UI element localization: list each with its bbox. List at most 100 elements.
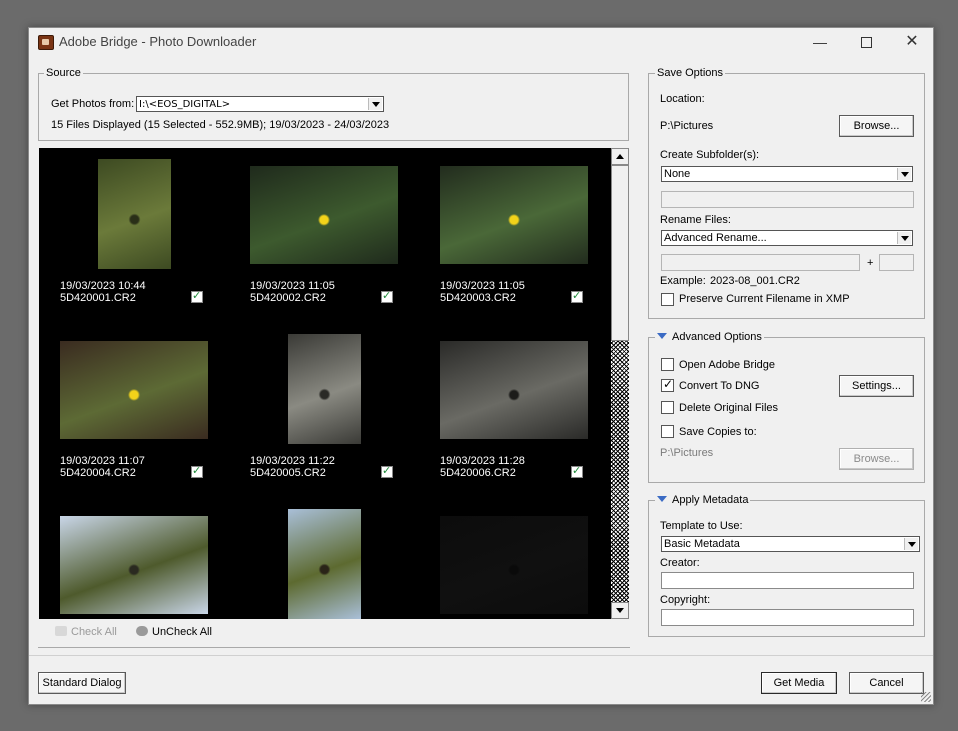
- scroll-down-button[interactable]: [611, 602, 629, 619]
- thumbnail-cell[interactable]: [419, 498, 609, 619]
- rename-select[interactable]: Advanced Rename...: [661, 230, 913, 246]
- thumbnail-checkbox[interactable]: [571, 289, 583, 303]
- rename-value: Advanced Rename...: [664, 232, 767, 244]
- resize-grip-icon[interactable]: [921, 692, 931, 702]
- advanced-options-title: Advanced Options: [672, 331, 762, 343]
- thumbnail-photo[interactable]: [440, 166, 588, 264]
- standard-dialog-button[interactable]: Standard Dialog: [38, 672, 126, 694]
- thumbnail-date: 19/03/2023 11:05: [250, 280, 335, 292]
- example-label: Example:: [660, 275, 706, 287]
- scroll-up-button[interactable]: [611, 148, 629, 165]
- delete-originals-label: Delete Original Files: [679, 402, 779, 414]
- close-button[interactable]: ✕: [897, 32, 927, 52]
- save-copies-checkbox[interactable]: [661, 425, 674, 438]
- preserve-filename-checkbox[interactable]: [661, 293, 674, 306]
- thumbnail-photo[interactable]: [440, 341, 588, 439]
- subfolder-name-field[interactable]: [661, 191, 914, 208]
- source-device-value: I:\<EOS_DIGITAL>: [139, 99, 231, 110]
- maximize-button[interactable]: [851, 32, 881, 52]
- subfolder-value: None: [664, 168, 691, 180]
- apply-metadata-group: Apply Metadata Template to Use: Basic Me…: [648, 494, 925, 637]
- source-group: Source Get Photos from: I:\<EOS_DIGITAL>…: [38, 67, 629, 141]
- location-browse-button[interactable]: Browse...: [839, 115, 914, 137]
- photo-downloader-window: Adobe Bridge - Photo Downloader — ✕ Sour…: [28, 27, 934, 705]
- preserve-filename-label: Preserve Current Filename in XMP: [679, 293, 850, 305]
- thumbnail-cell[interactable]: 19/03/2023 10:44 5D420001.CR2: [39, 148, 229, 323]
- uncheck-all-icon: [136, 626, 148, 636]
- adobe-bridge-app-icon: [38, 35, 54, 50]
- thumbnail-photo[interactable]: [250, 166, 398, 264]
- files-summary: 15 Files Displayed (15 Selected - 552.9M…: [51, 119, 390, 131]
- thumbnail-filename: 5D420004.CR2: [60, 467, 136, 479]
- thumbnail-photo[interactable]: [97, 159, 171, 269]
- metadata-template-select[interactable]: Basic Metadata: [661, 536, 920, 552]
- convert-dng-checkbox[interactable]: [661, 377, 674, 392]
- thumbnail-scrollbar[interactable]: [611, 148, 629, 619]
- footer-divider: [29, 655, 933, 656]
- source-legend: Source: [44, 67, 83, 79]
- thumbnail-photo[interactable]: [287, 509, 361, 619]
- advanced-options-legend[interactable]: Advanced Options: [655, 331, 764, 343]
- check-all-button[interactable]: Check All: [55, 626, 117, 638]
- save-options-group: Save Options Location: P:\Pictures Brows…: [648, 67, 925, 319]
- collapse-triangle-icon[interactable]: [657, 333, 667, 339]
- save-copies-label: Save Copies to:: [679, 426, 757, 438]
- thumbnail-filename: 5D420005.CR2: [250, 467, 326, 479]
- thumbnail-photo[interactable]: [440, 516, 588, 614]
- thumbnail-cell[interactable]: 19/03/2023 11:05 5D420002.CR2: [229, 148, 419, 323]
- grid-bottom-border: [38, 647, 630, 648]
- thumbnail-cell[interactable]: 19/03/2023 11:22 5D420005.CR2: [229, 323, 419, 498]
- chevron-down-icon[interactable]: [904, 538, 918, 550]
- thumbnail-checkbox[interactable]: [381, 289, 393, 303]
- chevron-down-icon[interactable]: [368, 98, 382, 110]
- delete-originals-checkbox[interactable]: [661, 401, 674, 414]
- chevron-down-icon[interactable]: [897, 232, 911, 244]
- location-value: P:\Pictures: [660, 120, 714, 132]
- thumbnail-cell[interactable]: 19/03/2023 11:07 5D420004.CR2: [39, 323, 229, 498]
- cancel-button[interactable]: Cancel: [849, 672, 924, 694]
- apply-metadata-legend[interactable]: Apply Metadata: [655, 494, 751, 506]
- copies-path-value: P:\Pictures: [660, 447, 714, 459]
- thumbnail-grid[interactable]: 19/03/2023 10:445D420001.CR219/03/2023 1…: [39, 148, 629, 619]
- minimize-button[interactable]: —: [805, 32, 835, 52]
- advanced-options-group: Advanced Options Open Adobe Bridge Conve…: [648, 331, 925, 483]
- rename-label: Rename Files:: [660, 214, 731, 226]
- open-bridge-checkbox[interactable]: [661, 358, 674, 371]
- subfolder-label: Create Subfolder(s):: [660, 149, 760, 161]
- get-media-button[interactable]: Get Media: [761, 672, 837, 694]
- uncheck-all-button[interactable]: UnCheck All: [136, 626, 212, 638]
- thumbnail-cell[interactable]: 19/03/2023 11:05 5D420003.CR2: [419, 148, 609, 323]
- thumbnail-checkbox[interactable]: [191, 289, 203, 303]
- maximize-icon: [860, 37, 872, 48]
- thumbnail-filename: 5D420003.CR2: [440, 292, 516, 304]
- thumbnail-checkbox[interactable]: [191, 464, 203, 478]
- rename-number-field[interactable]: [879, 254, 914, 271]
- copyright-label: Copyright:: [660, 594, 711, 606]
- thumbnail-cell[interactable]: 19/03/2023 11:28 5D420006.CR2: [419, 323, 609, 498]
- thumbnail-checkbox[interactable]: [381, 464, 393, 478]
- thumbnail-date: 19/03/2023 11:07: [60, 455, 145, 467]
- convert-dng-label: Convert To DNG: [679, 380, 760, 392]
- thumbnail-photo[interactable]: [60, 341, 208, 439]
- thumbnail-cell[interactable]: [229, 498, 419, 619]
- dng-settings-button[interactable]: Settings...: [839, 375, 914, 397]
- thumbnail-cell[interactable]: [39, 498, 229, 619]
- scroll-thumb[interactable]: [611, 165, 629, 341]
- chevron-down-icon[interactable]: [897, 168, 911, 180]
- thumbnail-photo[interactable]: [60, 516, 208, 614]
- source-device-select[interactable]: I:\<EOS_DIGITAL>: [136, 96, 384, 112]
- template-label: Template to Use:: [660, 520, 743, 532]
- subfolder-select[interactable]: None: [661, 166, 913, 182]
- save-options-legend: Save Options: [655, 67, 726, 79]
- creator-field[interactable]: [661, 572, 914, 589]
- plus-sign: +: [867, 257, 874, 269]
- rename-text-field[interactable]: [661, 254, 860, 271]
- check-all-icon: [55, 626, 67, 636]
- collapse-triangle-icon[interactable]: [657, 496, 667, 502]
- thumbnail-photo[interactable]: [287, 334, 361, 444]
- thumbnail-checkbox[interactable]: [571, 464, 583, 478]
- apply-metadata-title: Apply Metadata: [672, 494, 749, 506]
- copyright-field[interactable]: [661, 609, 914, 626]
- copies-browse-button[interactable]: Browse...: [839, 448, 914, 470]
- thumbnail-date: 19/03/2023 11:28: [440, 455, 525, 467]
